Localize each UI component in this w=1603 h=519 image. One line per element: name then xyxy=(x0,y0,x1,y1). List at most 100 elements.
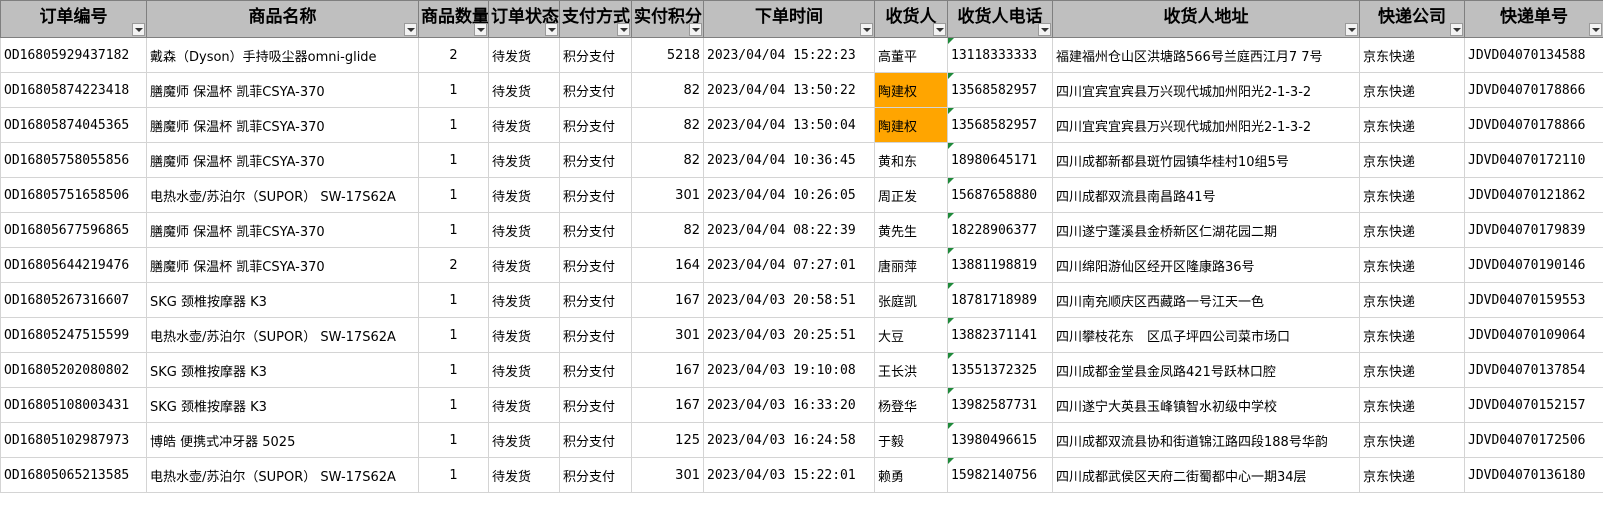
cell-receiver[interactable]: 张庭凯 xyxy=(874,282,948,318)
cell-phone[interactable]: 13551372325 xyxy=(947,352,1053,388)
cell-qty[interactable]: 2 xyxy=(418,37,489,73)
cell-tracking[interactable]: JDVD04070136180 xyxy=(1464,457,1603,493)
cell-phone[interactable]: 15982140756 xyxy=(947,457,1053,493)
cell-phone[interactable]: 13882371141 xyxy=(947,317,1053,353)
column-header-status[interactable]: 订单状态 xyxy=(488,0,560,38)
filter-dropdown-icon[interactable] xyxy=(689,23,702,36)
cell-product[interactable]: 电热水壶/苏泊尔（SUPOR） SW-17S62A xyxy=(146,317,419,353)
cell-receiver[interactable]: 黄和东 xyxy=(874,142,948,178)
cell-payment[interactable]: 积分支付 xyxy=(559,282,632,318)
cell-status[interactable]: 待发货 xyxy=(488,387,560,423)
column-header-order-id[interactable]: 订单编号 xyxy=(0,0,147,38)
cell-phone[interactable]: 13881198819 xyxy=(947,247,1053,283)
cell-status[interactable]: 待发货 xyxy=(488,212,560,248)
column-header-address[interactable]: 收货人地址 xyxy=(1052,0,1360,38)
cell-qty[interactable]: 1 xyxy=(418,422,489,458)
cell-product[interactable]: 电热水壶/苏泊尔（SUPOR） SW-17S62A xyxy=(146,177,419,213)
column-header-payment[interactable]: 支付方式 xyxy=(559,0,632,38)
cell-courier[interactable]: 京东快递 xyxy=(1359,247,1465,283)
cell-order-id[interactable]: OD16805758055856 xyxy=(0,142,147,178)
cell-address[interactable]: 四川成都武侯区天府二街蜀都中心一期34层 xyxy=(1052,457,1360,493)
cell-points[interactable]: 301 xyxy=(631,177,704,213)
cell-order-id[interactable]: OD16805247515599 xyxy=(0,317,147,353)
cell-payment[interactable]: 积分支付 xyxy=(559,107,632,143)
cell-points[interactable]: 301 xyxy=(631,457,704,493)
cell-address[interactable]: 四川成都新都县斑竹园镇华桂村10组5号 xyxy=(1052,142,1360,178)
column-header-phone[interactable]: 收货人电话 xyxy=(947,0,1053,38)
cell-points[interactable]: 82 xyxy=(631,142,704,178)
cell-status[interactable]: 待发货 xyxy=(488,352,560,388)
cell-address[interactable]: 四川绵阳游仙区经开区隆康路36号 xyxy=(1052,247,1360,283)
cell-payment[interactable]: 积分支付 xyxy=(559,37,632,73)
cell-points[interactable]: 167 xyxy=(631,282,704,318)
cell-address[interactable]: 四川成都双流县协和街道锦江路四段188号华韵 xyxy=(1052,422,1360,458)
cell-order-id[interactable]: OD16805874045365 xyxy=(0,107,147,143)
column-header-points[interactable]: 实付积分 xyxy=(631,0,704,38)
column-header-receiver[interactable]: 收货人 xyxy=(874,0,948,38)
cell-address[interactable]: 四川宜宾宜宾县万兴现代城加州阳光2-1-3-2 xyxy=(1052,107,1360,143)
cell-order-id[interactable]: OD16805065213585 xyxy=(0,457,147,493)
cell-receiver[interactable]: 周正发 xyxy=(874,177,948,213)
cell-status[interactable]: 待发货 xyxy=(488,317,560,353)
cell-payment[interactable]: 积分支付 xyxy=(559,387,632,423)
cell-courier[interactable]: 京东快递 xyxy=(1359,282,1465,318)
cell-payment[interactable]: 积分支付 xyxy=(559,247,632,283)
cell-status[interactable]: 待发货 xyxy=(488,457,560,493)
cell-payment[interactable]: 积分支付 xyxy=(559,352,632,388)
filter-dropdown-icon[interactable] xyxy=(545,23,558,36)
cell-status[interactable]: 待发货 xyxy=(488,247,560,283)
cell-phone[interactable]: 13118333333 xyxy=(947,37,1053,73)
cell-address[interactable]: 福建福州仓山区洪塘路566号兰庭西江月7 7号 xyxy=(1052,37,1360,73)
cell-points[interactable]: 164 xyxy=(631,247,704,283)
cell-status[interactable]: 待发货 xyxy=(488,107,560,143)
cell-payment[interactable]: 积分支付 xyxy=(559,72,632,108)
cell-qty[interactable]: 1 xyxy=(418,387,489,423)
cell-payment[interactable]: 积分支付 xyxy=(559,177,632,213)
cell-tracking[interactable]: JDVD04070159553 xyxy=(1464,282,1603,318)
filter-dropdown-icon[interactable] xyxy=(1589,23,1602,36)
cell-points[interactable]: 125 xyxy=(631,422,704,458)
filter-dropdown-icon[interactable] xyxy=(1345,23,1358,36)
cell-points[interactable]: 5218 xyxy=(631,37,704,73)
cell-courier[interactable]: 京东快递 xyxy=(1359,107,1465,143)
cell-receiver[interactable]: 高董平 xyxy=(874,37,948,73)
cell-address[interactable]: 四川南充顺庆区西藏路一号江天一色 xyxy=(1052,282,1360,318)
cell-order-id[interactable]: OD16805929437182 xyxy=(0,37,147,73)
cell-courier[interactable]: 京东快递 xyxy=(1359,212,1465,248)
cell-product[interactable]: 电热水壶/苏泊尔（SUPOR） SW-17S62A xyxy=(146,457,419,493)
cell-time[interactable]: 2023/04/03 16:33:20 xyxy=(703,387,875,423)
cell-status[interactable]: 待发货 xyxy=(488,37,560,73)
cell-address[interactable]: 四川成都双流县南昌路41号 xyxy=(1052,177,1360,213)
cell-order-id[interactable]: OD16805108003431 xyxy=(0,387,147,423)
cell-address[interactable]: 四川遂宁大英县玉峰镇智水初级中学校 xyxy=(1052,387,1360,423)
cell-product[interactable]: 膳魔师 保温杯 凯菲CSYA-370 xyxy=(146,142,419,178)
cell-receiver[interactable]: 杨登华 xyxy=(874,387,948,423)
cell-tracking[interactable]: JDVD04070137854 xyxy=(1464,352,1603,388)
column-header-product[interactable]: 商品名称 xyxy=(146,0,419,38)
cell-time[interactable]: 2023/04/04 15:22:23 xyxy=(703,37,875,73)
cell-receiver[interactable]: 唐丽萍 xyxy=(874,247,948,283)
cell-qty[interactable]: 1 xyxy=(418,142,489,178)
cell-tracking[interactable]: JDVD04070134588 xyxy=(1464,37,1603,73)
filter-dropdown-icon[interactable] xyxy=(1450,23,1463,36)
cell-order-id[interactable]: OD16805677596865 xyxy=(0,212,147,248)
cell-phone[interactable]: 18781718989 xyxy=(947,282,1053,318)
cell-status[interactable]: 待发货 xyxy=(488,177,560,213)
cell-time[interactable]: 2023/04/03 16:24:58 xyxy=(703,422,875,458)
cell-phone[interactable]: 13568582957 xyxy=(947,107,1053,143)
cell-product[interactable]: SKG 颈椎按摩器 K3 xyxy=(146,282,419,318)
cell-tracking[interactable]: JDVD04070172110 xyxy=(1464,142,1603,178)
filter-dropdown-icon[interactable] xyxy=(617,23,630,36)
cell-order-id[interactable]: OD16805267316607 xyxy=(0,282,147,318)
cell-order-id[interactable]: OD16805874223418 xyxy=(0,72,147,108)
cell-status[interactable]: 待发货 xyxy=(488,72,560,108)
cell-address[interactable]: 四川遂宁蓬溪县金桥新区仁湖花园二期 xyxy=(1052,212,1360,248)
cell-points[interactable]: 167 xyxy=(631,387,704,423)
filter-dropdown-icon[interactable] xyxy=(860,23,873,36)
cell-tracking[interactable]: JDVD04070179839 xyxy=(1464,212,1603,248)
cell-time[interactable]: 2023/04/04 08:22:39 xyxy=(703,212,875,248)
cell-receiver[interactable]: 于毅 xyxy=(874,422,948,458)
cell-receiver[interactable]: 王长洪 xyxy=(874,352,948,388)
cell-points[interactable]: 167 xyxy=(631,352,704,388)
cell-qty[interactable]: 1 xyxy=(418,72,489,108)
